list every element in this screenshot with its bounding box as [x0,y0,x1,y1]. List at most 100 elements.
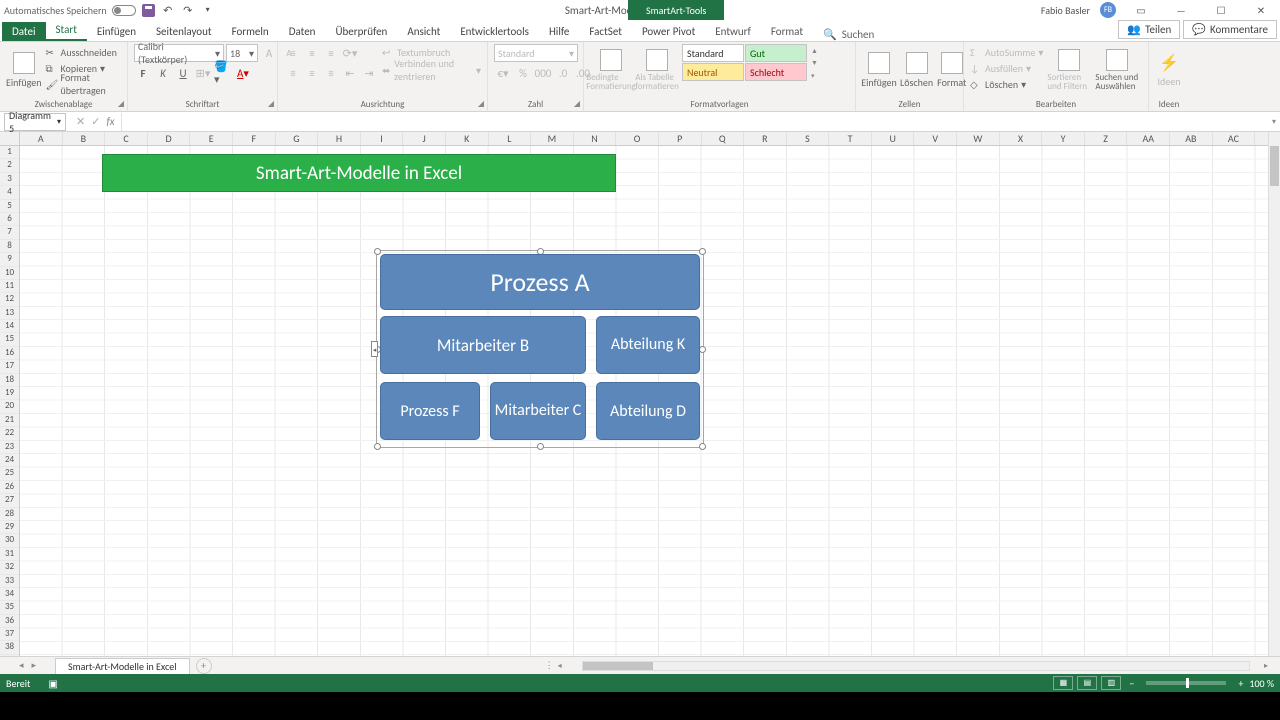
col-header-P[interactable]: P [659,132,702,145]
select-all-corner[interactable] [0,132,20,146]
row-header-22[interactable]: 22 [0,427,19,440]
resize-handle-tr[interactable] [699,248,706,255]
row-header-6[interactable]: 6 [0,213,19,226]
indent-decrease-icon[interactable]: ⇤ [341,64,359,82]
row-header-9[interactable]: 9 [0,253,19,266]
cancel-formula-icon[interactable]: ✕ [76,115,85,128]
styles-gallery-scroll[interactable]: ▲▼▾ [811,44,818,82]
avatar[interactable]: FB [1100,2,1116,18]
tab-formeln[interactable]: Formeln [222,22,279,41]
col-header-L[interactable]: L [489,132,532,145]
row-header-19[interactable]: 19 [0,387,19,400]
col-header-C[interactable]: C [105,132,148,145]
clear-button[interactable]: ◇Löschen ▾ [970,76,1043,92]
undo-icon[interactable]: ↶ [161,3,175,17]
col-header-D[interactable]: D [148,132,191,145]
minimize-icon[interactable]: — [1166,1,1196,19]
add-sheet-button[interactable]: + [196,658,212,674]
col-header-H[interactable]: H [318,132,361,145]
view-page-layout-icon[interactable]: ▤ [1077,676,1097,690]
format-as-table-button[interactable]: Als Tabelle formatieren [636,44,678,96]
tab-start[interactable]: Start [46,20,87,41]
row-header-37[interactable]: 37 [0,628,19,641]
merge-button[interactable]: ⬌Verbinden und zentrieren ▾ [382,62,481,78]
sheet-nav[interactable]: ◂▸ [0,660,55,671]
col-header-AB[interactable]: AB [1170,132,1213,145]
increase-font-icon[interactable]: A [260,44,278,62]
col-header-E[interactable]: E [190,132,233,145]
row-header-29[interactable]: 29 [0,521,19,534]
user-name[interactable]: Fabio Basler [1041,4,1090,17]
cut-button[interactable]: ✂Ausschneiden [46,44,121,60]
row-header-20[interactable]: 20 [0,400,19,413]
style-standard[interactable]: Standard [682,44,744,62]
font-launcher-icon[interactable]: ◢ [268,99,274,109]
tab-factset[interactable]: FactSet [579,22,632,41]
align-top-icon[interactable]: ≡ [284,44,302,62]
style-schlecht[interactable]: Schlecht [745,63,807,81]
formula-expand-icon[interactable]: ▾ [1268,117,1280,127]
row-header-25[interactable]: 25 [0,467,19,480]
align-bottom-icon[interactable]: ≡ [322,44,340,62]
fill-color-button[interactable]: 🪣▾ [214,64,232,82]
tab-hilfe[interactable]: Hilfe [539,22,579,41]
col-header-W[interactable]: W [957,132,1000,145]
smartart-node-mid2[interactable]: Abteilung K [596,316,700,374]
style-gut[interactable]: Gut [745,44,807,62]
col-header-G[interactable]: G [276,132,319,145]
percent-icon[interactable]: % [514,64,532,82]
macro-record-icon[interactable]: ▣ [48,677,57,690]
align-middle-icon[interactable]: ≡ [303,44,321,62]
row-headers[interactable]: 1234567891011121314151617181920212223242… [0,146,20,656]
smartart-diagram[interactable]: ◂ Prozess A Mitarbeiter B Abteilung K Pr… [378,252,702,446]
thousands-icon[interactable]: 000 [534,64,552,82]
row-header-16[interactable]: 16 [0,347,19,360]
smartart-node-bot2[interactable]: Mitarbeiter C [490,382,586,440]
fx-icon[interactable]: fx [106,115,114,128]
comments-button[interactable]: 💬Kommentare [1183,20,1277,39]
ribbon-options-icon[interactable]: ▭ [1126,1,1156,19]
share-button[interactable]: 👥Teilen [1118,20,1180,39]
col-header-V[interactable]: V [914,132,957,145]
font-color-button[interactable]: A▾ [234,64,252,82]
resize-handle-b[interactable] [537,443,544,450]
row-header-35[interactable]: 35 [0,601,19,614]
increase-decimal-icon[interactable]: .0 [554,64,572,82]
align-center-icon[interactable]: ≡ [303,64,321,82]
delete-cells-button[interactable]: Löschen [900,44,933,96]
column-headers[interactable]: ABCDEFGHIJKLMNOPQRSTUVWXYZAAABAC [20,132,1268,146]
number-format-combo[interactable]: Standard▾ [494,44,578,62]
row-header-31[interactable]: 31 [0,548,19,561]
tab-seitenlayout[interactable]: Seitenlayout [146,22,222,41]
col-header-A[interactable]: A [20,132,63,145]
autosum-button[interactable]: ΣAutoSumme ▾ [970,44,1043,60]
vertical-scrollbar[interactable] [1268,132,1280,656]
view-page-break-icon[interactable]: ▥ [1101,676,1121,690]
row-header-27[interactable]: 27 [0,494,19,507]
tab-file[interactable]: Datei [2,22,46,41]
smartart-node-top[interactable]: Prozess A [380,254,700,310]
name-box[interactable]: Diagramm 5▾ [4,113,66,131]
resize-handle-r[interactable] [699,346,706,353]
col-header-R[interactable]: R [744,132,787,145]
close-icon[interactable]: ✕ [1246,1,1276,19]
orientation-icon[interactable]: ⟳▾ [341,44,359,62]
col-header-J[interactable]: J [403,132,446,145]
row-header-38[interactable]: 38 [0,641,19,654]
col-header-T[interactable]: T [829,132,872,145]
row-header-17[interactable]: 17 [0,360,19,373]
fill-button[interactable]: ↓Ausfüllen ▾ [970,60,1043,76]
bold-button[interactable]: F [134,64,152,82]
col-header-N[interactable]: N [574,132,617,145]
row-header-32[interactable]: 32 [0,561,19,574]
row-header-4[interactable]: 4 [0,186,19,199]
col-header-AC[interactable]: AC [1213,132,1256,145]
col-header-Z[interactable]: Z [1085,132,1128,145]
sort-filter-button[interactable]: Sortieren und Filtern [1047,44,1091,96]
sheet-tab-active[interactable]: Smart-Art-Modelle in Excel [55,658,190,674]
smartart-node-bot1[interactable]: Prozess F [380,382,480,440]
smartart-node-bot3[interactable]: Abteilung D [596,382,700,440]
col-header-K[interactable]: K [446,132,489,145]
tab-entwicklertools[interactable]: Entwicklertools [450,22,539,41]
row-header-26[interactable]: 26 [0,481,19,494]
